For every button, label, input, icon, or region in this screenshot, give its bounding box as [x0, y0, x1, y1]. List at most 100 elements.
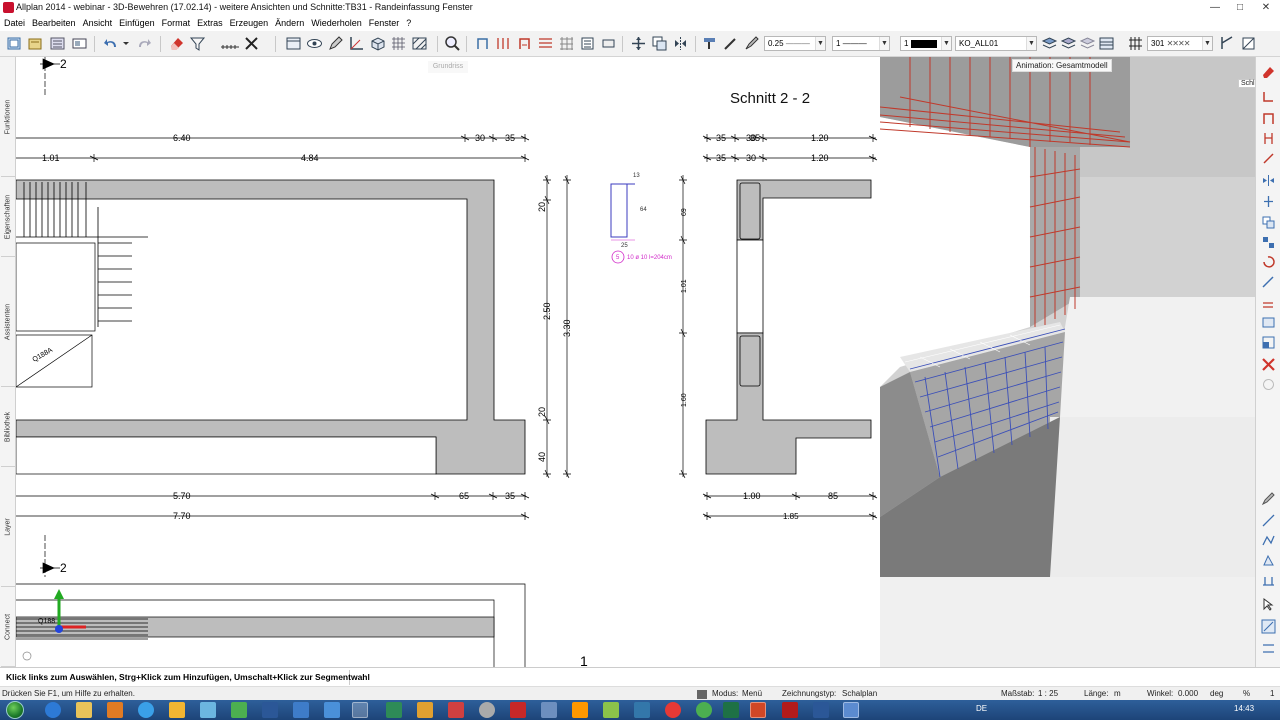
app-icon[interactable] [634, 702, 650, 718]
tab-layer[interactable]: Layer [1, 467, 15, 587]
mirror-tool-icon[interactable] [1261, 173, 1276, 188]
drawing-canvas[interactable]: 6.40 30 35 1.01 4.84 5.70 65 35 7.70 2 2… [16, 57, 880, 667]
scale-combo[interactable]: 301 ✕✕✕✕ ▼ [1147, 36, 1213, 51]
symbol-tool-icon[interactable] [1261, 573, 1276, 588]
layer-combo[interactable]: KO_ALL01 ▼ [955, 36, 1037, 51]
menu-wiederholen[interactable]: Wiederholen [307, 16, 365, 31]
app-icon[interactable] [324, 702, 340, 718]
app-icon[interactable] [448, 702, 464, 718]
tab-bibliothek[interactable]: Bibliothek [1, 387, 15, 467]
color-combo[interactable]: 1 ▼ [900, 36, 952, 51]
zoom-icon[interactable] [444, 35, 461, 52]
minimize-button[interactable]: — [1203, 1, 1227, 14]
chevron-down-icon[interactable]: ▼ [815, 37, 825, 50]
app-icon[interactable] [541, 702, 557, 718]
view-window-icon[interactable] [285, 35, 302, 52]
tool-icon[interactable] [200, 702, 216, 718]
link-tool-icon[interactable] [1261, 151, 1276, 166]
menu-format[interactable]: Format [158, 16, 194, 31]
explorer-icon[interactable] [76, 702, 92, 718]
rebar-pattern-icon[interactable] [1127, 35, 1144, 52]
zeichnungstyp-value[interactable]: Schalplan [842, 689, 877, 698]
app-icon[interactable] [107, 702, 123, 718]
project-icon[interactable] [49, 35, 66, 52]
section-parapet[interactable] [705, 332, 872, 475]
pencil-tool-icon[interactable] [1261, 491, 1276, 506]
allplan-task-icon[interactable] [843, 702, 859, 718]
tab-connect[interactable]: Connect [1, 587, 15, 667]
reinforcement-mesh-icon[interactable] [390, 35, 407, 52]
polyline-tool-icon[interactable] [1261, 533, 1276, 548]
filter-icon[interactable] [189, 35, 206, 52]
menu-einfuegen[interactable]: Einfügen [115, 16, 158, 31]
percent-value[interactable]: 1 [1270, 689, 1274, 698]
stirrup-tool-icon[interactable] [1261, 111, 1276, 126]
close-window-button[interactable]: ✕ [1254, 1, 1278, 14]
stretch-tool-icon[interactable] [1261, 315, 1276, 330]
app-icon[interactable] [510, 702, 526, 718]
chevron-down-icon[interactable]: ▼ [879, 37, 889, 50]
draw-pen-icon[interactable] [327, 35, 344, 52]
folder-icon[interactable] [169, 702, 185, 718]
pen-combo[interactable]: 0.25 ——— ▼ [764, 36, 826, 51]
clock[interactable]: 14:43 [1234, 704, 1254, 713]
layer-stack-icon[interactable] [1041, 35, 1058, 52]
tab-funktionen[interactable]: Funktionen [1, 57, 15, 177]
start-button[interactable] [6, 701, 24, 719]
copy-tool-icon[interactable] [1261, 215, 1276, 230]
split-tool-icon[interactable] [1261, 194, 1276, 209]
delete-tool-icon[interactable] [1261, 357, 1276, 372]
visibility-eye-icon[interactable] [306, 35, 323, 52]
word-icon[interactable] [262, 702, 278, 718]
app-icon[interactable] [386, 702, 402, 718]
app-icon[interactable] [293, 702, 309, 718]
layer-visible-icon[interactable] [1060, 35, 1077, 52]
grundriss-button[interactable]: Grundriss [428, 61, 468, 73]
modus-value[interactable]: Menü [742, 689, 762, 698]
close-view-icon[interactable] [1261, 89, 1276, 104]
menu-aendern[interactable]: Ändern [271, 16, 307, 31]
trim-tool-icon[interactable] [1261, 641, 1276, 656]
undo-icon[interactable] [103, 35, 120, 52]
menu-erzeugen[interactable]: Erzeugen [226, 16, 272, 31]
disabled-tool-icon[interactable] [1261, 377, 1276, 392]
mirror-icon[interactable] [672, 35, 689, 52]
bar-list-icon[interactable] [579, 35, 596, 52]
menu-extras[interactable]: Extras [193, 16, 226, 31]
select-tool-icon[interactable] [1261, 597, 1276, 612]
allplan-app-icon[interactable] [3, 2, 14, 13]
ie-icon[interactable] [45, 702, 61, 718]
tools-icon[interactable] [243, 35, 260, 52]
app-icon[interactable] [479, 702, 495, 718]
construction-line-icon[interactable] [348, 35, 365, 52]
section-lintel[interactable] [736, 179, 872, 241]
chevron-down-icon[interactable]: ▼ [941, 37, 951, 50]
layout-icon[interactable] [71, 35, 88, 52]
undo-dropdown-icon[interactable] [122, 35, 130, 52]
move-icon[interactable] [630, 35, 647, 52]
layer-manager-icon[interactable] [1098, 35, 1115, 52]
app-icon[interactable] [603, 702, 619, 718]
winkel-value[interactable]: 0.000 [1178, 689, 1198, 698]
layer-hidden-icon[interactable] [1079, 35, 1096, 52]
place-bars-icon[interactable] [537, 35, 554, 52]
pen-icon[interactable] [743, 35, 760, 52]
chevron-down-icon[interactable]: ▼ [1026, 37, 1036, 50]
app-icon[interactable] [665, 702, 681, 718]
app-icon[interactable] [417, 702, 433, 718]
line-type-combo[interactable]: 1 ——— ▼ [832, 36, 890, 51]
menu-ansicht[interactable]: Ansicht [79, 16, 116, 31]
bar-tool-icon[interactable] [1261, 131, 1276, 146]
laenge-value[interactable]: m [1114, 689, 1121, 698]
bar-reinforcement-icon[interactable] [495, 35, 512, 52]
scale-tool-icon[interactable] [1261, 335, 1276, 350]
fill-tool-icon[interactable] [1261, 553, 1276, 568]
browser-icon[interactable] [138, 702, 154, 718]
label-icon[interactable] [600, 35, 617, 52]
copy-icon[interactable] [651, 35, 668, 52]
modify-tool-icon[interactable] [1261, 275, 1276, 290]
acrobat-icon[interactable] [782, 702, 798, 718]
menu-datei[interactable]: Datei [0, 16, 28, 31]
select-icon[interactable] [1219, 35, 1236, 52]
app-icon[interactable] [572, 702, 588, 718]
